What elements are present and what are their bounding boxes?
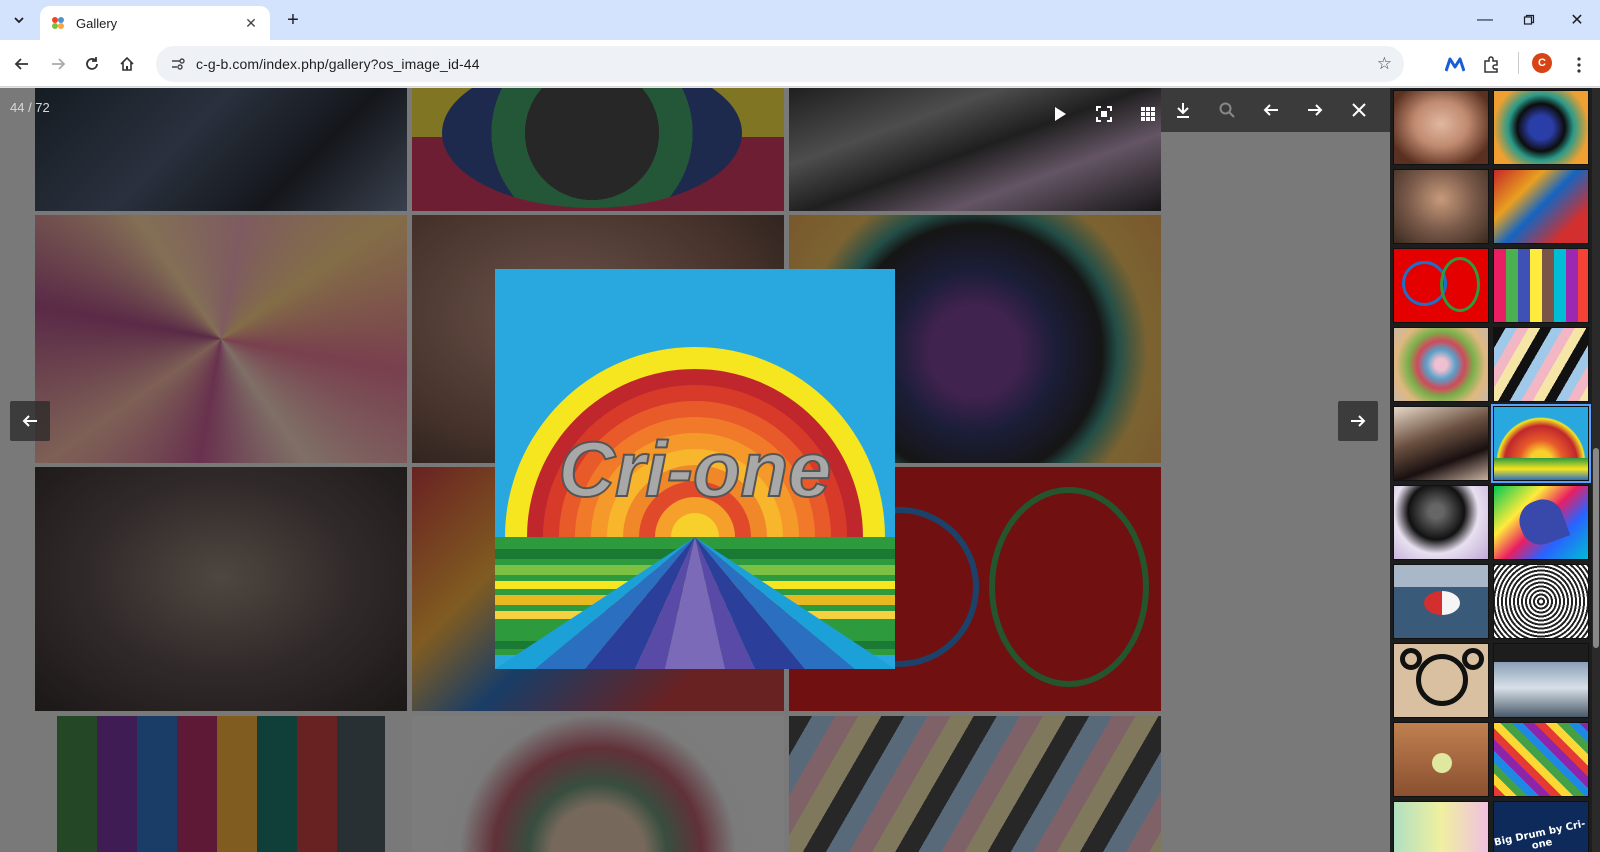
thumbnail-sticks[interactable] xyxy=(1493,169,1589,244)
thumbnail-skull-pattern[interactable] xyxy=(1393,643,1489,718)
arrow-left-icon xyxy=(22,415,37,427)
thumbnail-heart[interactable] xyxy=(1493,485,1589,560)
new-tab-button[interactable]: + xyxy=(280,8,306,32)
joomla-icon xyxy=(52,17,64,29)
prev-arrow-button[interactable] xyxy=(10,401,50,441)
toolbar-separator xyxy=(1518,52,1519,74)
thumbnail-big-drum-text: Big Drum by Cri-one xyxy=(1493,818,1587,852)
reload-button[interactable] xyxy=(78,50,106,78)
lightbox-tools-right xyxy=(1161,88,1390,132)
thumbnail-mandala[interactable] xyxy=(1493,90,1589,165)
close-icon xyxy=(1352,103,1366,117)
arrow-left-icon xyxy=(1263,104,1278,116)
next-image-button[interactable] xyxy=(1293,92,1337,128)
thumbnail-squares[interactable] xyxy=(1493,248,1589,323)
cri-one-artwork: Cri-one xyxy=(495,269,895,669)
thumbnail-scrollbar-thumb[interactable] xyxy=(1593,448,1599,648)
tab-title: Gallery xyxy=(76,15,118,31)
lightbox-tools-left xyxy=(1038,96,1170,132)
thumbnail-big-drum[interactable]: Big Drum by Cri-one xyxy=(1493,801,1589,852)
prev-image-button[interactable] xyxy=(1249,92,1293,128)
restore-icon xyxy=(1523,14,1535,25)
back-button[interactable] xyxy=(8,50,36,78)
lightbox-main-image: Cri-one xyxy=(495,269,895,669)
thumbnail-pastel[interactable] xyxy=(1393,801,1489,852)
browser-tab[interactable]: Gallery ✕ xyxy=(40,6,270,40)
close-lightbox-button[interactable] xyxy=(1337,92,1381,128)
site-info-icon[interactable] xyxy=(168,54,188,74)
extension-m-icon[interactable] xyxy=(1444,54,1466,76)
minimize-button[interactable]: — xyxy=(1462,0,1508,40)
thumbnail-vase[interactable] xyxy=(1393,169,1489,244)
chevron-down-icon xyxy=(14,17,24,24)
thumbnail-cri-one-current[interactable] xyxy=(1491,404,1591,483)
thumbnail-portrait[interactable] xyxy=(1393,90,1489,165)
close-window-button[interactable]: ✕ xyxy=(1554,0,1600,40)
arrow-right-icon xyxy=(1351,415,1366,427)
profile-avatar[interactable]: C xyxy=(1532,53,1552,73)
home-button[interactable] xyxy=(113,50,141,78)
thumbnail-plate[interactable] xyxy=(1393,327,1489,402)
slideshow-play-button[interactable] xyxy=(1038,96,1082,132)
thumbnail-hands[interactable] xyxy=(1393,406,1489,481)
browser-toolbar: c-g-b.com/index.php/gallery?os_image_id-… xyxy=(0,40,1600,87)
zoom-button[interactable] xyxy=(1205,92,1249,128)
fullscreen-icon xyxy=(1096,106,1112,122)
thumbnail-rainbow[interactable] xyxy=(1493,722,1589,797)
grid-icon xyxy=(1141,107,1155,121)
bookmark-star-icon[interactable]: ☆ xyxy=(1377,54,1392,74)
tab-bar: Gallery ✕ + — ✕ xyxy=(0,0,1600,40)
image-counter: 44 / 72 xyxy=(10,100,50,115)
main-image-logo-text: Cri-one xyxy=(559,425,832,513)
reload-icon xyxy=(86,57,98,70)
address-bar[interactable]: c-g-b.com/index.php/gallery?os_image_id-… xyxy=(156,46,1404,82)
restore-button[interactable] xyxy=(1506,0,1552,40)
thumbnail-sphere[interactable] xyxy=(1393,485,1489,560)
zoom-icon xyxy=(1219,102,1235,118)
thumbnail-ball[interactable] xyxy=(1393,722,1489,797)
thumbnail-waves[interactable] xyxy=(1493,643,1589,718)
url-text[interactable]: c-g-b.com/index.php/gallery?os_image_id-… xyxy=(196,56,480,72)
close-tab-icon[interactable]: ✕ xyxy=(242,15,260,32)
thumbnail-moire[interactable] xyxy=(1493,564,1589,639)
download-icon xyxy=(1177,103,1189,118)
download-button[interactable] xyxy=(1161,92,1205,128)
arrow-right-icon xyxy=(1308,104,1323,116)
thumbnail-buoy[interactable] xyxy=(1393,564,1489,639)
thumbnail-wheels[interactable] xyxy=(1393,248,1489,323)
next-arrow-button[interactable] xyxy=(1338,401,1378,441)
menu-kebab-icon[interactable] xyxy=(1568,54,1590,76)
tab-search-button[interactable] xyxy=(6,8,32,32)
home-icon xyxy=(120,56,134,71)
fullscreen-button[interactable] xyxy=(1082,96,1126,132)
arrow-right-icon xyxy=(52,58,66,70)
forward-button[interactable] xyxy=(44,50,72,78)
thumbnail-paper-shards[interactable] xyxy=(1493,327,1589,402)
gallery-page: 44 / 72 Cri-one Big Drum by Cri-one xyxy=(0,88,1600,852)
play-icon xyxy=(1055,107,1066,121)
extensions-puzzle-icon[interactable] xyxy=(1480,54,1502,76)
arrow-left-icon xyxy=(14,58,28,70)
